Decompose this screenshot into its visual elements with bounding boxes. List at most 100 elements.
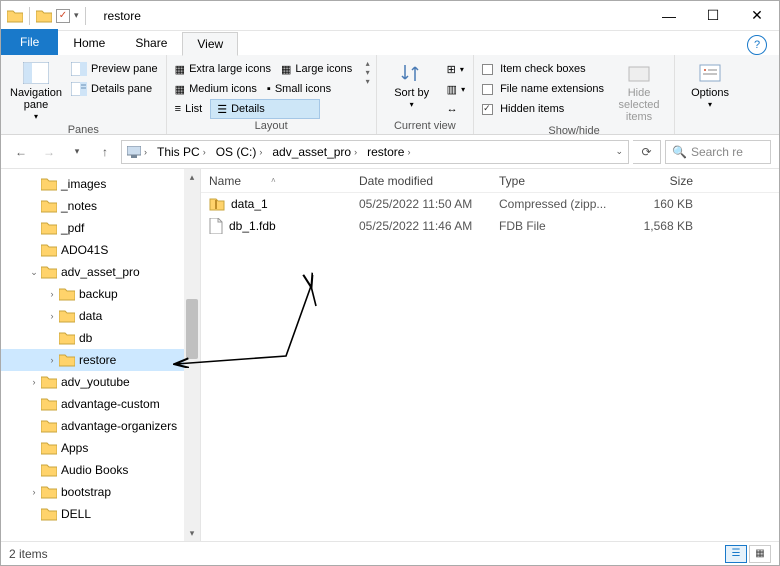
layout-list[interactable]: ≡List — [173, 99, 205, 119]
ribbon-tabs: File Home Share View ? — [1, 31, 779, 55]
autosize-icon: ↔ — [447, 103, 458, 115]
refresh-button[interactable]: ⟳ — [633, 140, 661, 164]
navigation-pane-button[interactable]: Navigation pane ▾ — [7, 59, 65, 124]
col-type[interactable]: Type — [491, 174, 621, 188]
tree-node[interactable]: Apps — [1, 437, 200, 459]
tab-file[interactable]: File — [1, 29, 58, 55]
breadcrumb[interactable]: › This PC› OS (C:)› adv_asset_pro› resto… — [121, 140, 629, 164]
scroll-up-icon[interactable]: ▴ — [184, 169, 200, 185]
details-icon: ☰ — [217, 103, 227, 116]
group-icon: ⊞ — [447, 63, 456, 76]
view-large-button[interactable]: ▦ — [749, 545, 771, 563]
hidden-items[interactable]: Hidden items — [480, 99, 606, 119]
crumb-folder1[interactable]: adv_asset_pro› — [267, 141, 362, 163]
forward-button[interactable]: → — [37, 140, 61, 164]
tab-view[interactable]: View — [182, 32, 238, 56]
crumb-folder2[interactable]: restore› — [362, 141, 415, 163]
crumb-drive[interactable]: OS (C:)› — [211, 141, 268, 163]
crumb-pc-icon[interactable]: › — [122, 141, 152, 163]
column-headers: Name˄ Date modified Type Size — [201, 169, 779, 193]
tree-node[interactable]: db — [1, 327, 200, 349]
tree-node[interactable]: ›data — [1, 305, 200, 327]
tree-node[interactable]: ›adv_youtube — [1, 371, 200, 393]
tree-node[interactable]: ADO41S — [1, 239, 200, 261]
folder-icon — [36, 9, 52, 23]
tree-label: bootstrap — [61, 485, 111, 499]
scroll-up-icon[interactable]: ▴ — [366, 59, 370, 68]
add-columns-button[interactable]: ▥▾ — [445, 79, 467, 99]
close-button[interactable]: ✕ — [735, 1, 779, 31]
options-button[interactable]: Options ▾ — [681, 59, 739, 112]
crumb-this-pc[interactable]: This PC› — [152, 141, 211, 163]
help-button[interactable]: ? — [747, 35, 767, 55]
list-icon: ≡ — [175, 103, 181, 115]
ribbon: Navigation pane ▾ Preview pane Details p… — [1, 55, 779, 135]
tree-twisty-icon[interactable]: › — [45, 311, 59, 321]
file-row[interactable]: db_1.fdb05/25/2022 11:46 AMFDB File1,568… — [201, 215, 779, 237]
tree-twisty-icon[interactable]: › — [27, 487, 41, 497]
tree-twisty-icon[interactable]: › — [27, 377, 41, 387]
layout-large[interactable]: ▦Large icons — [279, 59, 354, 79]
search-input[interactable]: 🔍 Search re — [665, 140, 771, 164]
col-name[interactable]: Name˄ — [201, 174, 351, 188]
chevron-down-icon: ▾ — [708, 101, 712, 110]
tree-label: Apps — [61, 441, 88, 455]
scroll-down-icon[interactable]: ▾ — [366, 68, 370, 77]
tree-node[interactable]: ›restore — [1, 349, 200, 371]
recent-dropdown[interactable]: ▾ — [65, 140, 89, 164]
col-date[interactable]: Date modified — [351, 174, 491, 188]
tree-twisty-icon[interactable]: › — [45, 289, 59, 299]
layout-small[interactable]: ▪Small icons — [265, 79, 333, 99]
tree-twisty-icon[interactable]: ⌄ — [27, 267, 41, 278]
qat-dropdown-icon[interactable]: ▾ — [74, 10, 79, 21]
item-check-boxes[interactable]: Item check boxes — [480, 59, 606, 79]
tab-share[interactable]: Share — [120, 31, 182, 55]
scroll-thumb[interactable] — [186, 299, 198, 359]
tree-node[interactable]: advantage-custom — [1, 393, 200, 415]
tree-node[interactable]: _pdf — [1, 217, 200, 239]
layout-medium[interactable]: ▦Medium icons — [173, 79, 259, 99]
tree-node[interactable]: _images — [1, 173, 200, 195]
tree-node[interactable]: _notes — [1, 195, 200, 217]
layout-extra-large[interactable]: ▦Extra large icons — [173, 59, 273, 79]
file-date: 05/25/2022 11:50 AM — [351, 197, 491, 211]
tab-home[interactable]: Home — [58, 31, 120, 55]
preview-pane-icon — [71, 62, 87, 76]
back-button[interactable]: ← — [9, 140, 33, 164]
tree-node[interactable]: ›backup — [1, 283, 200, 305]
group-by-button[interactable]: ⊞▾ — [445, 59, 467, 79]
ribbon-group-current-view: Sort by ▾ ⊞▾ ▥▾ ↔ Current view — [377, 55, 474, 134]
details-view-icon: ☰ — [732, 548, 741, 559]
tree-node[interactable]: ⌄adv_asset_pro — [1, 261, 200, 283]
tree-label: _images — [61, 177, 106, 191]
size-columns-button[interactable]: ↔ — [445, 99, 467, 119]
file-row[interactable]: data_105/25/2022 11:50 AMCompressed (zip… — [201, 193, 779, 215]
folder-icon — [7, 9, 23, 23]
view-details-button[interactable]: ☰ — [725, 545, 747, 563]
maximize-button[interactable]: ☐ — [691, 1, 735, 31]
properties-icon[interactable]: ✓ — [56, 9, 70, 23]
scroll-down-icon[interactable]: ▾ — [184, 525, 200, 541]
minimize-button[interactable]: — — [647, 1, 691, 31]
preview-pane-button[interactable]: Preview pane — [69, 59, 160, 79]
layout-details[interactable]: ☰Details — [210, 99, 320, 119]
tree-node[interactable]: advantage-organizers — [1, 415, 200, 437]
tree-twisty-icon[interactable]: › — [45, 355, 59, 365]
icons-icon: ▦ — [175, 83, 185, 96]
expand-icon[interactable]: ▾ — [366, 77, 370, 86]
tree-node[interactable]: DELL — [1, 503, 200, 525]
tree-node[interactable]: Audio Books — [1, 459, 200, 481]
tree-node[interactable]: › bootstrap — [1, 481, 200, 503]
details-pane-button[interactable]: Details pane — [69, 79, 160, 99]
ribbon-group-options: Options ▾ — [675, 55, 745, 134]
chevron-down-icon: ▾ — [410, 101, 414, 110]
hide-selected-button[interactable]: Hide selected items — [610, 59, 668, 125]
tree-scrollbar[interactable]: ▴ ▾ — [184, 169, 200, 541]
ribbon-group-layout: ▦Extra large icons ▦Large icons ▦Medium … — [167, 55, 377, 134]
up-button[interactable]: ↑ — [93, 140, 117, 164]
col-size[interactable]: Size — [621, 174, 701, 188]
address-dropdown[interactable]: ⌄ — [610, 141, 628, 163]
sort-by-button[interactable]: Sort by ▾ — [383, 59, 441, 112]
file-icon — [209, 218, 223, 234]
file-name-extensions[interactable]: File name extensions — [480, 79, 606, 99]
